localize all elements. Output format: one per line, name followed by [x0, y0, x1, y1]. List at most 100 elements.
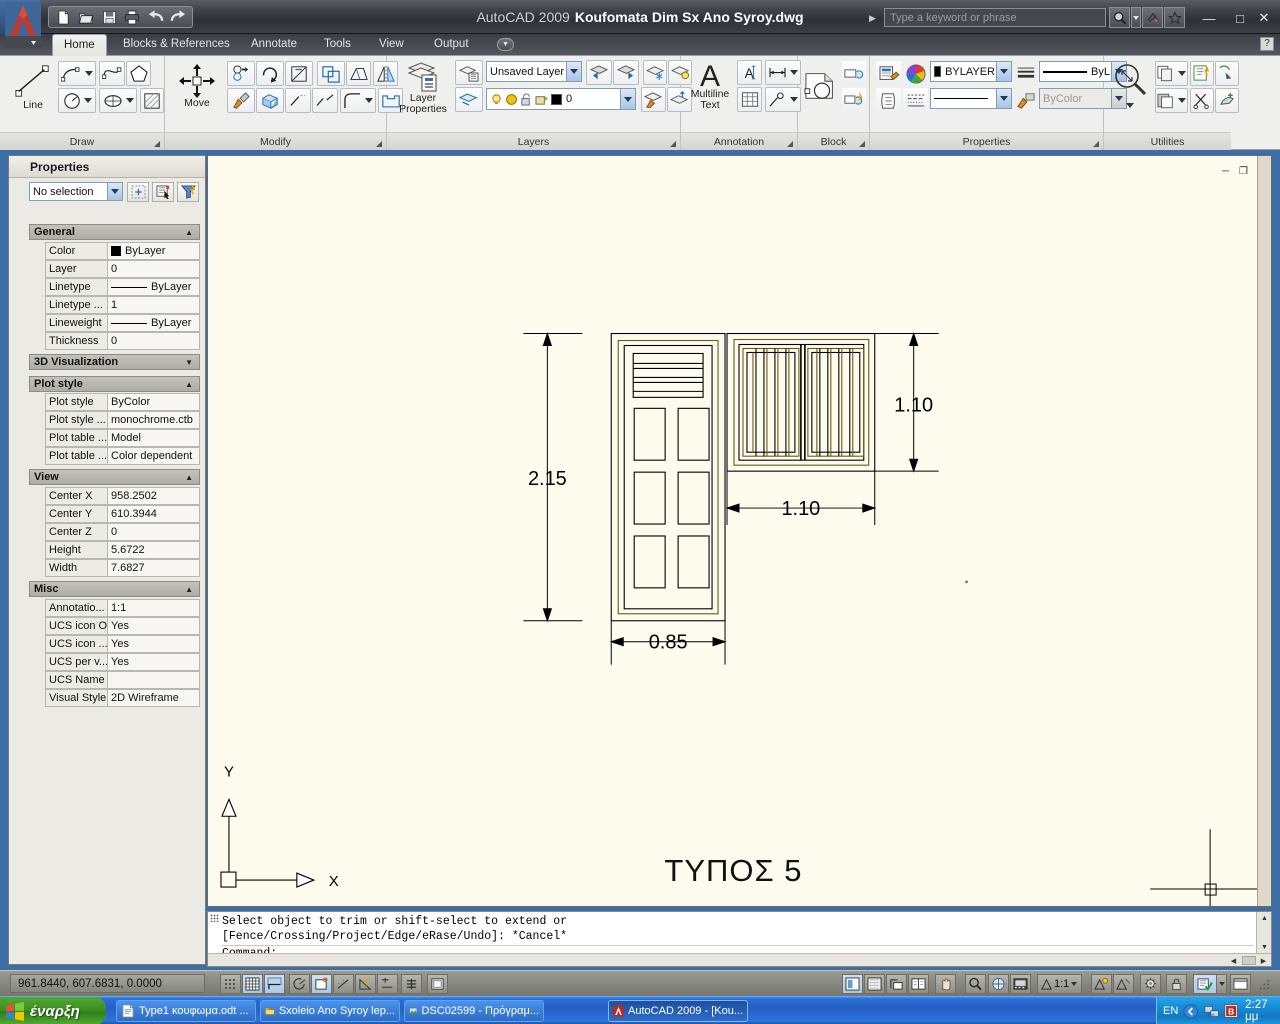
panel-layers-expand-arrow[interactable] — [670, 141, 676, 147]
show-hidden-icon[interactable] — [1183, 1003, 1199, 1020]
match-properties-button[interactable] — [227, 88, 255, 113]
panel-annotation-expand-arrow[interactable] — [787, 141, 793, 147]
copy-button[interactable] — [227, 61, 255, 86]
block-editor-button[interactable] — [842, 61, 866, 86]
utilities-chevron-down-icon[interactable] — [1122, 98, 1138, 112]
annotation-visibility-icon[interactable] — [1091, 974, 1112, 994]
table-button[interactable] — [737, 87, 762, 112]
bitdefender-icon[interactable]: B — [1224, 1003, 1238, 1019]
search-dropdown-button[interactable] — [1131, 7, 1141, 28]
panel-draw-expand-arrow[interactable] — [154, 141, 160, 147]
tab-annotate[interactable]: Annotate — [240, 34, 308, 56]
break-button[interactable] — [312, 88, 338, 113]
stretch-button[interactable] — [346, 61, 371, 86]
prop-value-ucs-name[interactable] — [108, 671, 200, 689]
define-attributes-button[interactable] — [842, 88, 866, 113]
layer-previous-button[interactable] — [586, 60, 612, 85]
prop-value-color[interactable]: ByLayer — [108, 242, 200, 260]
prop-value-linetype-scale[interactable]: 1 — [108, 296, 200, 314]
prop-value-lineweight[interactable]: ByLayer — [108, 314, 200, 332]
select-objects-button[interactable] — [152, 182, 174, 202]
autoscale-icon[interactable] — [1113, 974, 1134, 994]
status-tray-dropdown-icon[interactable] — [1216, 974, 1227, 994]
group-header-view[interactable]: View ▲ — [29, 469, 200, 485]
otrack-icon[interactable] — [333, 974, 354, 994]
prop-value-visual-style[interactable]: 2D Wireframe — [108, 689, 200, 707]
dimension-button[interactable] — [765, 60, 801, 85]
single-line-text-button[interactable]: A — [737, 60, 762, 85]
lineweight-status-icon[interactable] — [401, 974, 422, 994]
tab-output[interactable]: Output — [423, 34, 480, 56]
tab-tools[interactable]: Tools — [313, 34, 362, 56]
search-button[interactable] — [1109, 7, 1130, 28]
minimize-button[interactable]: — — [1196, 8, 1222, 28]
resize-grip-icon[interactable] — [1254, 974, 1275, 994]
polar-icon[interactable] — [289, 974, 310, 994]
prop-value-center-x[interactable]: 958.2502 — [108, 487, 200, 505]
measure-button[interactable] — [1215, 61, 1239, 86]
scroll-thumb[interactable] — [1242, 956, 1256, 965]
prop-value-ucs-icon-on[interactable]: Yes — [108, 617, 200, 635]
layer-state-combo[interactable]: Unsaved Layer S — [486, 61, 582, 82]
coordinate-display[interactable]: 961.8440, 607.6831, 0.0000 — [10, 974, 205, 993]
plot-icon[interactable] — [122, 8, 142, 26]
prop-value-center-z[interactable]: 0 — [108, 523, 200, 541]
make-object-layer-current-button[interactable] — [455, 87, 483, 112]
taskbar-item-dsc02599[interactable]: DSC02599 - Πρόγραμ... — [404, 1000, 544, 1022]
prop-value-width[interactable]: 7.6827 — [108, 559, 200, 577]
quick-select-palette-button[interactable] — [177, 182, 199, 202]
prop-value-height[interactable]: 5.6722 — [108, 541, 200, 559]
scroll-left-icon[interactable]: ◀ — [1226, 954, 1241, 967]
toggle-pickadd-button[interactable] — [127, 182, 149, 202]
layer-states-manager-button[interactable] — [455, 60, 483, 85]
properties-palette-button[interactable] — [876, 61, 901, 86]
copy-clip-button[interactable] — [1155, 61, 1188, 86]
prop-value-plot-table-attached[interactable]: Model — [108, 429, 200, 447]
group-header-plot-style[interactable]: Plot style ▲ — [29, 376, 200, 392]
tray-language[interactable]: EN — [1163, 1005, 1178, 1017]
linetype-combo[interactable] — [930, 88, 1012, 109]
layer-match-button[interactable] — [641, 87, 666, 112]
trim-button[interactable] — [285, 61, 313, 86]
selection-combo[interactable]: No selection — [29, 182, 123, 201]
title-overflow-arrow[interactable]: ▶ — [869, 13, 876, 24]
polyline-button[interactable] — [99, 61, 125, 86]
taskbar-item-type1-odt[interactable]: Type1 κουφωμα.odt ... — [116, 1000, 256, 1022]
grid-icon[interactable] — [242, 974, 263, 994]
tray-clock[interactable]: 2:27 μμ — [1245, 999, 1280, 1023]
quick-view-drawings-icon[interactable] — [886, 974, 907, 994]
extend-button[interactable] — [285, 88, 311, 113]
undo-icon[interactable] — [145, 8, 165, 26]
snap-icon[interactable] — [220, 974, 241, 994]
model-layout-icon[interactable] — [842, 974, 863, 994]
canvas-vertical-scrollbar[interactable] — [1257, 156, 1271, 906]
taskbar-item-sxoleio-folder[interactable]: Sxoleio Ano Syroy lep... — [260, 1000, 400, 1022]
help-button[interactable]: ? — [1260, 37, 1274, 51]
search-input[interactable]: Type a keyword or phrase — [884, 8, 1106, 27]
hatch-button[interactable] — [140, 88, 164, 113]
move-button[interactable]: Move — [173, 64, 221, 109]
maximize-button[interactable]: □ — [1227, 8, 1253, 28]
redo-icon[interactable] — [168, 8, 188, 26]
tab-view[interactable]: View — [368, 34, 415, 56]
paste-button[interactable] — [1155, 88, 1188, 113]
prop-value-center-y[interactable]: 610.3944 — [108, 505, 200, 523]
ortho-icon[interactable] — [264, 974, 285, 994]
command-horizontal-scrollbar[interactable]: ◀ ▶ — [208, 953, 1271, 966]
circle-button[interactable] — [58, 88, 96, 113]
group-header-general[interactable]: General ▲ — [29, 224, 200, 240]
quick-select-button[interactable] — [1190, 61, 1214, 86]
osnap-icon[interactable] — [311, 974, 332, 994]
panel-block-expand-arrow[interactable] — [859, 141, 865, 147]
chevron-down-icon[interactable]: ▼ — [497, 38, 514, 51]
drawing-canvas[interactable]: ─ ❐ ✕ — [207, 155, 1272, 907]
pan-icon[interactable] — [935, 974, 956, 994]
tab-blocks-references[interactable]: Blocks & References — [112, 34, 241, 56]
layer-current-combo[interactable]: 0 — [486, 88, 636, 110]
communication-center-icon[interactable] — [1142, 7, 1163, 28]
panel-modify-expand-arrow[interactable] — [376, 141, 382, 147]
steeringwheel-icon[interactable] — [988, 974, 1009, 994]
quick-access-toolbar[interactable] — [48, 6, 193, 28]
insert-block-button[interactable] — [802, 65, 842, 105]
open-icon[interactable] — [76, 8, 96, 26]
